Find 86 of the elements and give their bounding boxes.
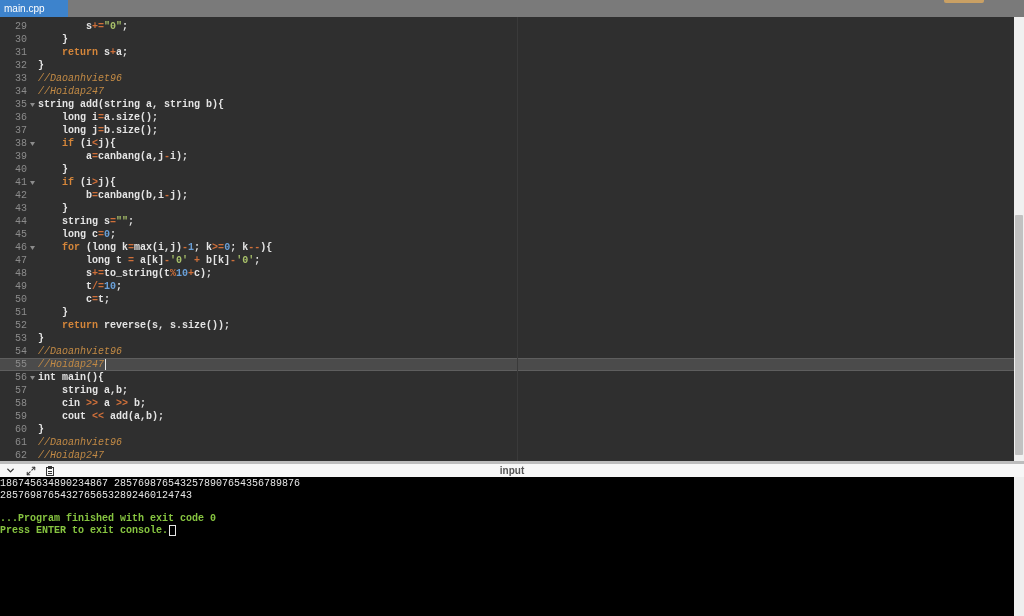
line-number: 55 bbox=[14, 359, 27, 370]
code-line: return s+a; bbox=[61, 47, 129, 58]
chevron-down-icon[interactable] bbox=[5, 465, 16, 476]
code-line: //Hoidap247 bbox=[38, 359, 104, 370]
code-line: //Daoanhviet96 bbox=[38, 346, 122, 357]
line-number: 40 bbox=[14, 164, 27, 175]
code-line: string s=""; bbox=[61, 216, 135, 227]
scrollbar-track[interactable] bbox=[1014, 477, 1024, 616]
console-output: 186745634890234867 2857698765432578907654356789876 bbox=[0, 478, 301, 490]
input-tab[interactable]: input bbox=[499, 464, 525, 477]
expand-icon[interactable] bbox=[26, 465, 36, 476]
line-number: 53 bbox=[14, 333, 27, 344]
code-line: a=canbang(a,j-i); bbox=[85, 151, 189, 162]
line-number: 46 bbox=[14, 242, 27, 253]
code-line: } bbox=[38, 60, 44, 71]
code-line: b=canbang(b,i-j); bbox=[85, 190, 189, 201]
console-output: 28576987654327656532892460124743 bbox=[0, 489, 193, 502]
line-number: 62 bbox=[14, 450, 27, 461]
code-line: long i=a.size(); bbox=[61, 112, 159, 123]
code-line: } bbox=[61, 203, 68, 214]
line-number: 43 bbox=[14, 203, 27, 214]
file-tab[interactable]: main.cpp bbox=[0, 0, 68, 17]
code-line: for (long k=max(i,j)-1; k>=0; k--){ bbox=[61, 242, 273, 253]
code-line: long j=b.size(); bbox=[61, 125, 159, 136]
line-number: 42 bbox=[14, 190, 27, 201]
fold-caret-icon[interactable] bbox=[30, 180, 35, 185]
code-line: return reverse(s, s.size()); bbox=[61, 320, 231, 331]
text-cursor bbox=[105, 359, 106, 370]
fold-caret-icon[interactable] bbox=[30, 102, 35, 107]
line-number: 35 bbox=[14, 99, 27, 110]
line-number: 29 bbox=[14, 21, 27, 32]
line-number: 31 bbox=[14, 47, 27, 58]
line-number: 60 bbox=[14, 424, 27, 435]
line-number: 38 bbox=[14, 138, 27, 149]
code-line: } bbox=[38, 333, 44, 344]
line-number: 49 bbox=[14, 281, 27, 292]
line-number: 41 bbox=[14, 177, 27, 188]
code-line: t/=10; bbox=[85, 281, 123, 292]
code-line: string a,b; bbox=[61, 385, 128, 396]
line-number: 47 bbox=[14, 255, 27, 266]
line-number: 59 bbox=[14, 411, 27, 422]
line-number: 39 bbox=[14, 151, 27, 162]
console-status: ...Program finished with exit code 0 bbox=[0, 513, 217, 525]
line-number: 37 bbox=[14, 125, 27, 136]
clipboard-icon[interactable] bbox=[46, 465, 54, 476]
line-number: 44 bbox=[14, 216, 27, 227]
code-line: s+="0"; bbox=[85, 21, 129, 32]
line-number: 34 bbox=[14, 86, 27, 97]
code-line: if (i>j){ bbox=[61, 177, 117, 188]
line-number: 48 bbox=[14, 268, 27, 279]
code-line: //Daoanhviet96 bbox=[38, 73, 122, 84]
line-number: 54 bbox=[14, 346, 27, 357]
line-number: 57 bbox=[14, 385, 27, 396]
code-line: int main(){ bbox=[38, 372, 104, 383]
scrollbar-thumb[interactable] bbox=[1015, 215, 1023, 455]
console-status: Press ENTER to exit console. bbox=[0, 524, 169, 537]
code-line: //Daoanhviet96 bbox=[38, 437, 122, 448]
line-number: 61 bbox=[14, 437, 27, 448]
code-line: //Hoidap247 bbox=[38, 450, 104, 461]
line-number: 30 bbox=[14, 34, 27, 45]
fold-caret-icon[interactable] bbox=[30, 375, 35, 380]
line-number: 33 bbox=[14, 73, 27, 84]
line-number: 36 bbox=[14, 112, 27, 123]
code-line: s+=to_string(t%10+c); bbox=[85, 268, 213, 279]
code-line: if (i<j){ bbox=[61, 138, 117, 149]
line-number: 56 bbox=[14, 372, 27, 383]
line-number: 32 bbox=[14, 60, 27, 71]
code-line: } bbox=[61, 164, 68, 175]
code-line: cout << add(a,b); bbox=[61, 411, 165, 422]
line-number: 51 bbox=[14, 307, 27, 318]
code-line: long c=0; bbox=[61, 229, 117, 240]
code-line: //Hoidap247 bbox=[38, 86, 104, 97]
code-line: c=t; bbox=[85, 294, 111, 305]
code-line: long t = a[k]-'0' + b[k]-'0'; bbox=[85, 255, 261, 266]
code-line: } bbox=[61, 34, 68, 45]
line-number: 58 bbox=[14, 398, 27, 409]
fold-caret-icon[interactable] bbox=[30, 245, 35, 250]
scrollbar-track[interactable] bbox=[1014, 17, 1024, 461]
code-line: } bbox=[38, 424, 44, 435]
line-number: 52 bbox=[14, 320, 27, 331]
code-line: string add(string a, string b){ bbox=[38, 99, 225, 110]
fold-caret-icon[interactable] bbox=[30, 141, 35, 146]
code-line: } bbox=[61, 307, 68, 318]
line-number: 50 bbox=[14, 294, 27, 305]
line-number: 45 bbox=[14, 229, 27, 240]
code-line: cin >> a >> b; bbox=[61, 398, 147, 409]
